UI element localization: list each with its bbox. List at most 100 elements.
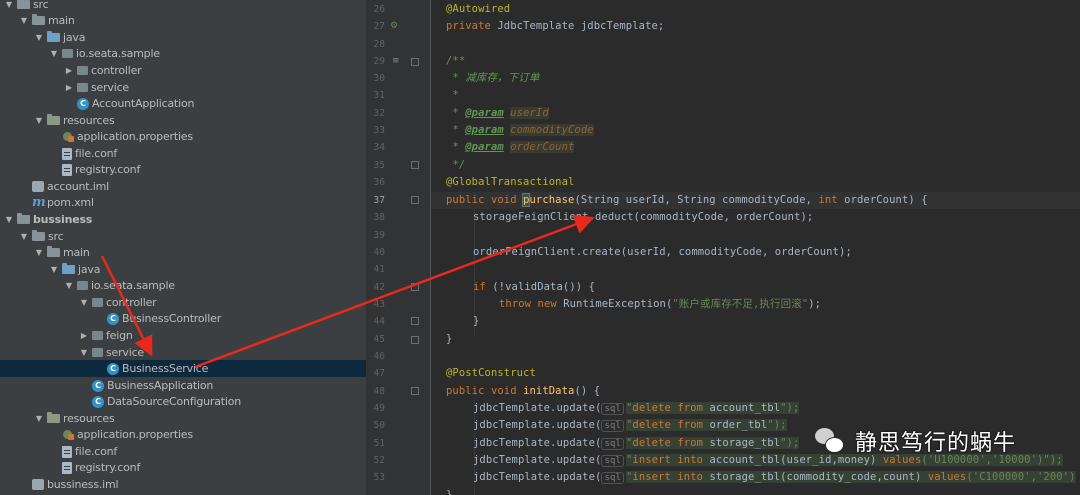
code-line-27[interactable]: private JdbcTemplate jdbcTemplate; — [446, 18, 664, 35]
line-number[interactable]: 51 — [368, 435, 385, 452]
line-number[interactable]: 39 — [368, 227, 385, 244]
tree-item-file-conf[interactable]: file.conf — [0, 443, 366, 460]
fold-marker-icon[interactable] — [411, 317, 419, 325]
code-line-37[interactable]: public void purchase(String userId, Stri… — [446, 192, 928, 209]
line-number[interactable]: 43 — [368, 296, 385, 313]
line-number[interactable]: 26 — [368, 1, 385, 18]
tree-item-main[interactable]: ▼ main — [0, 244, 366, 261]
line-number[interactable]: 29 — [368, 53, 385, 70]
collapsed-arrow-icon[interactable]: ▶ — [64, 83, 74, 93]
tree-item-controller[interactable]: ▼ controller — [0, 294, 366, 311]
code-line-53[interactable]: jdbcTemplate.update(sql "insert into stor… — [473, 469, 1076, 486]
tree-item-main[interactable]: ▼ main — [0, 12, 366, 29]
code-line-35[interactable]: */ — [446, 157, 465, 174]
expanded-arrow-icon[interactable]: ▼ — [4, 215, 14, 225]
line-number[interactable]: 28 — [368, 36, 385, 53]
expanded-arrow-icon[interactable]: ▼ — [64, 281, 74, 291]
tree-item-application-properties[interactable]: application.properties — [0, 426, 366, 443]
expanded-arrow-icon[interactable]: ▼ — [49, 49, 59, 59]
line-number[interactable]: 32 — [368, 105, 385, 122]
line-number[interactable]: 31 — [368, 87, 385, 104]
code-line-49[interactable]: jdbcTemplate.update(sql "delete from acco… — [473, 400, 800, 417]
fold-marker-icon[interactable] — [411, 196, 419, 204]
tree-item-controller[interactable]: ▶ controller — [0, 62, 366, 79]
autowired-bean-icon[interactable]: ⚙ — [390, 18, 398, 35]
fold-marker-icon[interactable] — [411, 336, 419, 344]
code-line-44[interactable]: } — [473, 313, 479, 330]
line-number[interactable]: 44 — [368, 313, 385, 330]
project-tree[interactable]: ▼ src ▼ main ▼ java ▼ io.seata.sample ▶ controlle… — [0, 0, 366, 495]
fold-marker-icon[interactable] — [411, 283, 419, 291]
code-line-38[interactable]: storageFeignClient.deduct(commodityCode,… — [473, 209, 813, 226]
line-number[interactable]: 42 — [368, 279, 385, 296]
fold-marker-icon[interactable] — [411, 387, 419, 395]
line-number[interactable]: 30 — [368, 70, 385, 87]
expanded-arrow-icon[interactable]: ▼ — [34, 248, 44, 258]
code-line-31[interactable]: * — [446, 87, 459, 104]
fold-marker-icon[interactable] — [411, 161, 419, 169]
line-number[interactable]: 49 — [368, 400, 385, 417]
line-number[interactable]: 46 — [368, 348, 385, 365]
expanded-arrow-icon[interactable]: ▼ — [49, 265, 59, 275]
tree-item-resources[interactable]: ▼ resources — [0, 112, 366, 129]
tree-item-businessservice[interactable]: C BusinessService — [0, 360, 366, 377]
tree-item-java[interactable]: ▼ java — [0, 261, 366, 278]
code-line-43[interactable]: throw new RuntimeException("账户或库存不足,执行回滚… — [499, 296, 821, 313]
code-line-32[interactable]: * @param userId — [446, 105, 549, 122]
expanded-arrow-icon[interactable]: ▼ — [19, 16, 29, 26]
expanded-arrow-icon[interactable]: ▼ — [34, 414, 44, 424]
line-number[interactable]: 53 — [368, 469, 385, 486]
tree-item-accountapplication[interactable]: C AccountApplication — [0, 95, 366, 112]
code-line-33[interactable]: * @param commodityCode — [446, 122, 594, 139]
code-line-45[interactable]: } — [446, 331, 452, 348]
tree-item-bussiness-iml[interactable]: bussiness.iml — [0, 476, 366, 493]
tree-item-businessapplication[interactable]: C BusinessApplication — [0, 377, 366, 394]
line-number[interactable]: 48 — [368, 383, 385, 400]
code-line-36[interactable]: @GlobalTransactional — [446, 174, 574, 191]
line-number[interactable]: 52 — [368, 452, 385, 469]
line-number[interactable]: 47 — [368, 365, 385, 382]
tree-item-io-seata-sample[interactable]: ▼ io.seata.sample — [0, 277, 366, 294]
expanded-arrow-icon[interactable]: ▼ — [79, 298, 89, 308]
code-line-26[interactable]: @Autowired — [446, 1, 510, 18]
tree-item-account-iml[interactable]: account.iml — [0, 178, 366, 195]
line-number[interactable]: 35 — [368, 157, 385, 174]
code-line-50[interactable]: jdbcTemplate.update(sql "delete from orde… — [473, 417, 787, 434]
collapsed-arrow-icon[interactable]: ▶ — [64, 66, 74, 76]
tree-item-file-conf[interactable]: file.conf — [0, 145, 366, 162]
code-line-30[interactable]: * 减库存，下订单 — [446, 70, 539, 87]
tree-item-pom-xml[interactable]: m pom.xml — [0, 194, 366, 211]
fold-marker-icon[interactable] — [411, 58, 419, 66]
tree-item-resources[interactable]: ▼ resources — [0, 410, 366, 427]
tree-item-businesscontroller[interactable]: C BusinessController — [0, 310, 366, 327]
code-line-34[interactable]: * @param orderCount — [446, 139, 575, 156]
line-number[interactable]: 27 — [368, 18, 385, 35]
tree-item-application-properties[interactable]: application.properties — [0, 128, 366, 145]
expanded-arrow-icon[interactable]: ▼ — [19, 232, 29, 242]
tree-item-java[interactable]: ▼ java — [0, 29, 366, 46]
line-number[interactable]: 34 — [368, 139, 385, 156]
collapsed-arrow-icon[interactable]: ▶ — [79, 331, 89, 341]
code-line-40[interactable]: orderFeignClient.create(userId, commodit… — [473, 244, 852, 261]
code-line-47[interactable]: @PostConstruct — [446, 365, 536, 382]
expanded-arrow-icon[interactable]: ▼ — [4, 0, 14, 10]
line-number[interactable]: 45 — [368, 331, 385, 348]
code-editor[interactable]: 26 27 28 29 30 31 32 33 34 35 36 37 38 39 40 41 42 43 44 45… — [368, 0, 1080, 495]
code-line-51[interactable]: jdbcTemplate.update(sql "delete from stor… — [473, 435, 800, 452]
expanded-arrow-icon[interactable]: ▼ — [34, 116, 44, 126]
line-number[interactable]: 37 — [368, 192, 385, 209]
tree-item-feign[interactable]: ▶ feign — [0, 327, 366, 344]
line-number[interactable]: 40 — [368, 244, 385, 261]
tree-item-registry-conf[interactable]: registry.conf — [0, 459, 366, 476]
line-number[interactable]: 36 — [368, 174, 385, 191]
code-line-48[interactable]: public void initData() { — [446, 383, 600, 400]
tree-item-service[interactable]: ▼ service — [0, 344, 366, 361]
tree-item-io-seata-sample[interactable]: ▼ io.seata.sample — [0, 45, 366, 62]
tree-item-service[interactable]: ▶ service — [0, 79, 366, 96]
tree-item-bussiness[interactable]: ▼ bussiness — [0, 211, 366, 228]
tree-item-src[interactable]: ▼ src — [0, 228, 366, 245]
code-line-42[interactable]: if (!validData()) { — [473, 279, 595, 296]
code-line-54[interactable]: } — [446, 487, 452, 495]
javadoc-icon[interactable]: ≡ — [392, 53, 400, 70]
expanded-arrow-icon[interactable]: ▼ — [34, 33, 44, 43]
